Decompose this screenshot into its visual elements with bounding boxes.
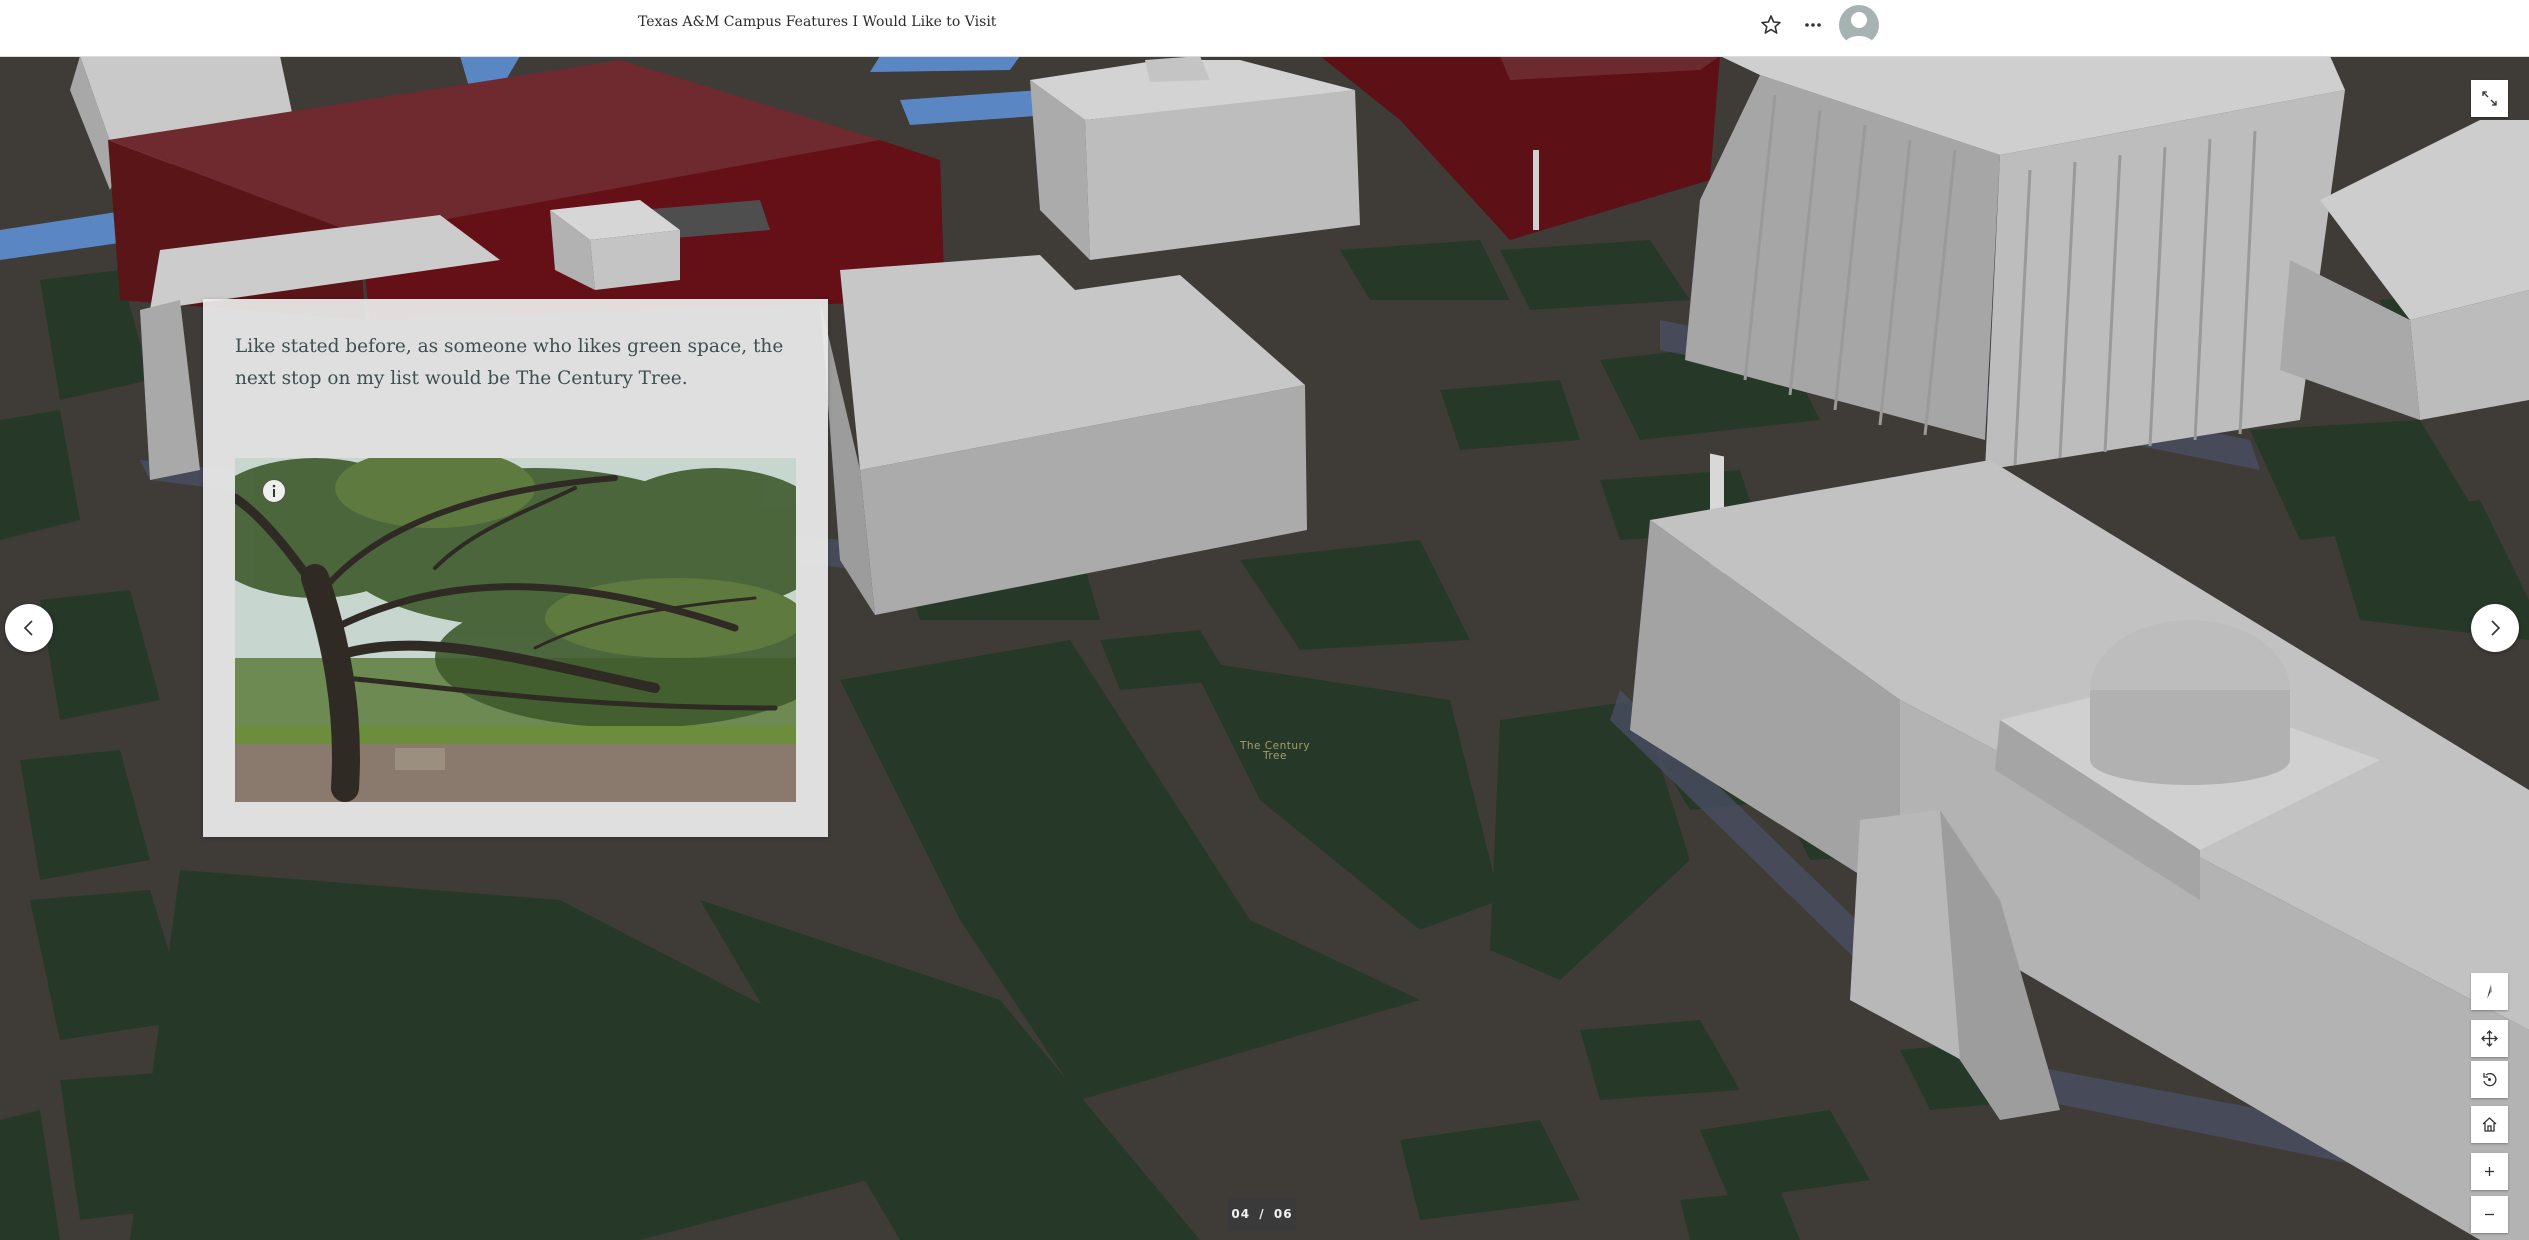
total-slides: 06 bbox=[1273, 1207, 1293, 1221]
story-panel: Like stated before, as someone who likes… bbox=[203, 299, 828, 837]
home-icon bbox=[2482, 1117, 2497, 1132]
story-text: Like stated before, as someone who likes… bbox=[235, 336, 784, 389]
century-tree-photo[interactable] bbox=[235, 458, 796, 802]
rotate-button[interactable] bbox=[2471, 1061, 2508, 1098]
more-options-button[interactable] bbox=[1800, 12, 1826, 38]
pan-button[interactable] bbox=[2471, 1020, 2508, 1057]
fullscreen-button[interactable] bbox=[2471, 80, 2508, 117]
image-info-button[interactable] bbox=[262, 479, 286, 503]
compass-icon bbox=[2487, 984, 2492, 999]
map-feature-label: The Century Tree bbox=[1239, 740, 1311, 762]
plus-icon bbox=[2485, 1167, 2494, 1176]
pan-icon bbox=[2481, 1030, 2498, 1047]
top-bar: Texas A&M Campus Features I Would Like t… bbox=[0, 0, 2529, 57]
home-button[interactable] bbox=[2471, 1106, 2508, 1143]
user-avatar-icon bbox=[1844, 12, 1874, 45]
next-slide-button[interactable] bbox=[2471, 604, 2519, 652]
current-slide: 04 bbox=[1231, 1207, 1251, 1221]
zoom-in-button[interactable] bbox=[2471, 1153, 2508, 1190]
info-icon bbox=[272, 484, 276, 497]
slide-separator: / bbox=[1259, 1207, 1265, 1221]
tree-image bbox=[235, 458, 796, 802]
expand-icon bbox=[2482, 91, 2497, 106]
star-icon bbox=[1761, 15, 1781, 34]
minus-icon bbox=[2485, 1213, 2494, 1216]
chevron-left-icon bbox=[23, 620, 33, 636]
favorite-button[interactable] bbox=[1758, 12, 1784, 38]
chevron-right-icon bbox=[2491, 620, 2501, 636]
compass-button[interactable] bbox=[2471, 973, 2508, 1010]
page-title: Texas A&M Campus Features I Would Like t… bbox=[638, 14, 997, 30]
previous-slide-button[interactable] bbox=[5, 604, 53, 652]
slide-counter: 04 / 06 bbox=[1228, 1198, 1296, 1231]
zoom-out-button[interactable] bbox=[2471, 1196, 2508, 1233]
rotate-icon bbox=[2483, 1072, 2497, 1087]
user-avatar-button[interactable] bbox=[1839, 5, 1879, 45]
ellipsis-icon bbox=[1805, 23, 1821, 27]
